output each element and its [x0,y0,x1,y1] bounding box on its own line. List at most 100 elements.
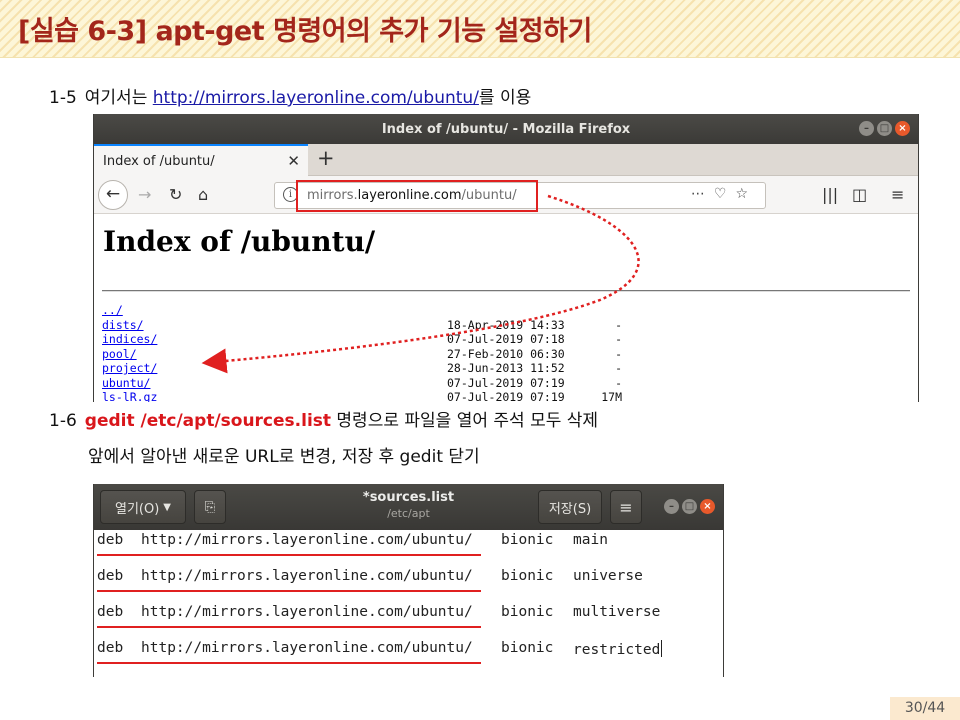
step-number: 1-5 [49,88,77,108]
listing-link[interactable]: ls-lR.gz [102,390,157,402]
listing-row: indices/07-Jul-2019 07:18 - [102,332,902,347]
step-1-6: 1-6 gedit /etc/apt/sources.list 명령으로 파일을 … [49,406,598,431]
window-controls: – □ × [859,121,910,136]
listing-link[interactable]: ../ [102,303,123,318]
tab-strip: Index of /ubuntu/ ✕ + [94,144,918,176]
listing-row: ../ [102,303,902,318]
back-arrow-icon[interactable]: ← [98,180,128,210]
save-button[interactable]: 저장(S) [538,490,602,524]
firefox-window: Index of /ubuntu/ - Mozilla Firefox – □ … [93,114,919,402]
listing-size: - [615,317,622,332]
editor-text-area[interactable]: deb http://mirrors.layeronline.com/ubuntu… [97,530,717,674]
sidebar-icon[interactable]: ◫ [852,184,867,206]
line-url: http://mirrors.layeronline.com/ubuntu/ [141,640,473,656]
step-number: 1-6 [49,411,77,431]
reload-icon[interactable]: ↻ [169,184,182,206]
listing-date: 18-Apr-2019 14:33 [447,317,565,332]
library-icon[interactable]: ||| [822,184,838,206]
line-dist: bionic [501,604,554,620]
menu-icon[interactable]: ≡ [891,184,904,206]
source-line: deb http://mirrors.layeronline.com/ubuntu… [97,638,717,674]
minimize-icon[interactable]: – [664,499,679,514]
line-type: deb [97,568,124,584]
title-banner: [실습 6-3] apt-get 명령어의 추가 기능 설정하기 [0,0,960,58]
more-actions-icon[interactable]: ⋯ [691,186,714,202]
close-icon[interactable]: × [895,121,910,136]
line-url: http://mirrors.layeronline.com/ubuntu/ [141,532,473,548]
hamburger-icon[interactable]: ≡ [610,490,642,524]
page-number: 30/44 [890,697,960,720]
mirror-link[interactable]: http://mirrors.layeronline.com/ubuntu/ [153,88,479,108]
listing-link[interactable]: indices/ [102,332,157,347]
line-component: multiverse [573,604,661,620]
line-dist: bionic [501,568,554,584]
bookmark-star-icon[interactable]: ☆ [735,186,757,202]
step-text-suffix: 를 이용 [478,88,532,108]
window-controls: – □ × [664,499,715,514]
step-1-5: 1-5 여기서는 http://mirrors.layeronline.com/u… [49,83,531,108]
step-text: 여기서는 [84,88,153,108]
directory-listing: ../dists/18-Apr-2019 14:33- indices/07-Ju… [102,303,902,402]
step-text: 명령으로 파일을 열어 주석 모두 삭제 [331,411,599,431]
new-tab-icon[interactable]: + [317,146,335,170]
save-label: 저장(S) [548,501,592,517]
command-text: gedit /etc/apt/sources.list [84,411,332,431]
maximize-icon[interactable]: □ [877,121,892,136]
listing-size: - [615,332,622,346]
slide-title: [실습 6-3] apt-get 명령어의 추가 기능 설정하기 [18,16,592,47]
tab-index-ubuntu[interactable]: Index of /ubuntu/ ✕ [94,144,308,176]
line-type: deb [97,640,124,656]
line-url: http://mirrors.layeronline.com/ubuntu/ [141,568,473,584]
forward-arrow-icon[interactable]: → [138,184,151,206]
step-text: 앞에서 알아낸 새로운 URL로 변경, 저장 후 gedit 닫기 [88,447,480,467]
text-cursor [661,640,663,657]
pocket-icon[interactable]: ♡ [714,186,736,202]
listing-row: ubuntu/07-Jul-2019 07:19 - [102,376,902,391]
line-dist: bionic [501,640,554,656]
listing-link[interactable]: ubuntu/ [102,376,150,391]
home-icon[interactable]: ⌂ [198,184,208,206]
tab-close-icon[interactable]: ✕ [287,152,300,170]
url-highlight-box [296,180,538,212]
line-type: deb [97,532,124,548]
line-component: restricted [573,640,663,658]
red-underline [97,590,481,592]
listing-row: dists/18-Apr-2019 14:33 - [102,318,902,333]
red-underline [97,662,481,664]
window-title: Index of /ubuntu/ - Mozilla Firefox [381,121,631,137]
line-component: main [573,532,608,548]
listing-row: ls-lR.gz 07-Jul-2019 07:19 17M [102,390,902,402]
listing-date: 07-Jul-2019 07:19 [447,375,565,390]
listing-link[interactable]: pool/ [102,347,137,362]
listing-size: - [615,375,622,390]
line-type: deb [97,604,124,620]
listing-link[interactable]: dists/ [102,318,144,333]
page-heading: Index of /ubuntu/ [103,225,376,258]
gedit-window: 열기(O) ▼ ⎘ *sources.list /etc/apt 저장(S) ≡… [93,484,724,677]
minimize-icon[interactable]: – [859,121,874,136]
line-dist: bionic [501,532,554,548]
page-actions: ⋯♡☆ [691,186,757,202]
source-line: deb http://mirrors.layeronline.com/ubuntu… [97,566,717,602]
step-1-6-detail: 앞에서 알아낸 새로운 URL로 변경, 저장 후 gedit 닫기 [88,442,480,467]
source-line: deb http://mirrors.layeronline.com/ubuntu… [97,602,717,638]
listing-size: 17M [601,390,622,402]
firefox-titlebar: Index of /ubuntu/ - Mozilla Firefox – □ … [94,114,918,144]
maximize-icon[interactable]: □ [682,499,697,514]
listing-link[interactable]: project/ [102,361,157,376]
tab-title: Index of /ubuntu/ [103,153,215,169]
listing-date: 27-Feb-2010 06:30 [447,346,565,361]
line-component: universe [573,568,643,584]
red-underline [97,554,481,556]
source-line: deb http://mirrors.layeronline.com/ubuntu… [97,530,717,566]
listing-date: 07-Jul-2019 07:19 [447,390,565,402]
red-underline [97,626,481,628]
divider [102,290,910,292]
listing-row: pool/27-Feb-2010 06:30 - [102,347,902,362]
listing-size: - [615,361,622,375]
listing-date: 07-Jul-2019 07:18 [447,332,565,346]
line-url: http://mirrors.layeronline.com/ubuntu/ [141,604,473,620]
close-icon[interactable]: × [700,499,715,514]
gedit-headerbar: 열기(O) ▼ ⎘ *sources.list /etc/apt 저장(S) ≡… [94,484,723,530]
listing-size: - [615,346,622,361]
